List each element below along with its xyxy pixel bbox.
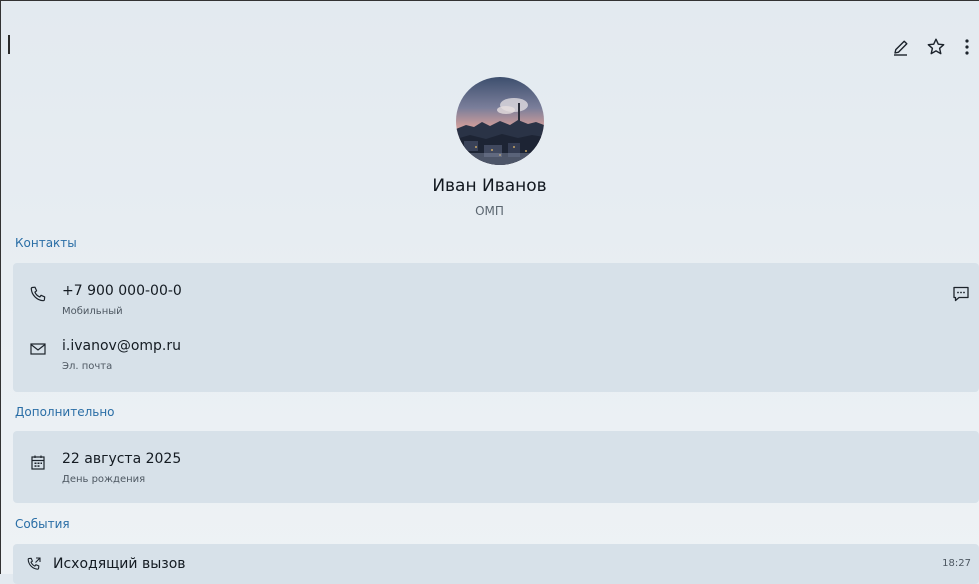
mail-icon — [29, 340, 47, 358]
pencil-icon — [894, 40, 908, 56]
send-message-button[interactable] — [951, 284, 971, 304]
birthday-date[interactable]: 22 августа 2025 — [62, 451, 181, 467]
event-time: 18:27 — [942, 558, 971, 569]
avatar — [456, 77, 544, 165]
more-options-button[interactable] — [960, 36, 974, 58]
calendar-icon — [29, 453, 47, 471]
more-vertical-icon — [965, 39, 969, 55]
message-icon — [953, 286, 969, 302]
email-address[interactable]: i.ivanov@omp.ru — [62, 338, 181, 354]
additional-card — [13, 431, 979, 503]
birthday-label: День рождения — [62, 474, 146, 485]
email-label: Эл. почта — [62, 361, 113, 372]
star-outline-icon — [927, 38, 945, 55]
city-dusk-photo — [456, 77, 544, 165]
phone-icon — [29, 285, 47, 303]
phone-label: Мобильный — [62, 306, 123, 317]
section-title-additional: Дополнительно — [15, 405, 115, 419]
text-cursor — [8, 35, 10, 54]
section-title-events: События — [15, 517, 70, 531]
event-label: Исходящий вызов — [53, 556, 186, 572]
section-title-contacts: Контакты — [15, 236, 77, 250]
window-top-border — [0, 0, 979, 1]
favorite-button[interactable] — [925, 36, 947, 58]
edit-button[interactable] — [890, 36, 912, 58]
window-left-border — [0, 0, 1, 574]
outgoing-call-icon — [25, 555, 43, 573]
contact-name: Иван Иванов — [432, 176, 547, 196]
contact-organization: ОМП — [475, 204, 504, 218]
phone-number[interactable]: +7 900 000-00-0 — [62, 283, 182, 299]
